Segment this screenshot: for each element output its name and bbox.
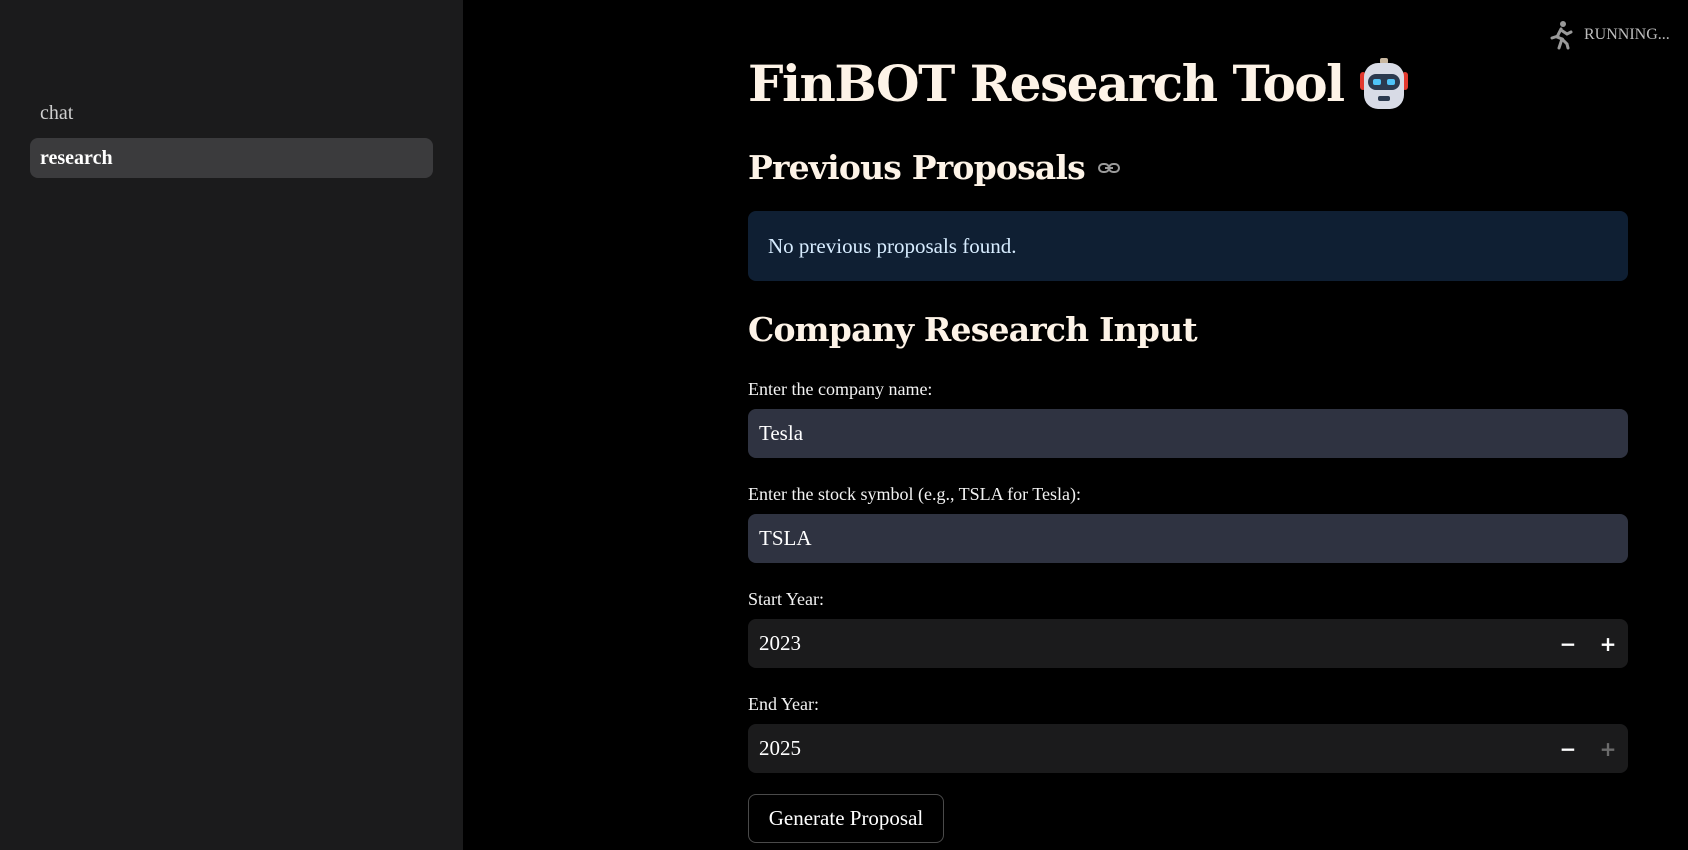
company-name-value: Tesla: [759, 421, 804, 445]
info-alert: No previous proposals found.: [748, 211, 1628, 281]
start-year-decrement-button[interactable]: −: [1548, 619, 1588, 668]
stock-symbol-label: Enter the stock symbol (e.g., TSLA for T…: [748, 484, 1082, 504]
generate-proposal-label: Generate Proposal: [768, 806, 924, 830]
page-title: FinBOT Research Tool: [748, 54, 1412, 113]
sidebar: chat research: [0, 0, 463, 850]
generate-proposal-button[interactable]: Generate Proposal: [748, 794, 944, 843]
running-status: RUNNING...: [1548, 20, 1688, 50]
robot-icon: [1359, 57, 1408, 109]
end-year-increment-button[interactable]: +: [1588, 724, 1628, 773]
sidebar-item-research[interactable]: research: [30, 138, 433, 178]
previous-proposals-heading: Previous Proposals: [748, 148, 1121, 187]
start-year-stepper: − +: [1548, 619, 1628, 668]
stock-symbol-value: TSLA: [759, 526, 812, 550]
end-year-decrement-button[interactable]: −: [1548, 724, 1588, 773]
end-year-value: 2025: [759, 736, 801, 760]
company-name-label: Enter the company name:: [748, 379, 933, 399]
end-year-label: End Year:: [748, 694, 819, 714]
link-icon[interactable]: [1097, 156, 1121, 180]
page-title-text: FinBOT Research Tool: [748, 54, 1345, 113]
start-year-increment-button[interactable]: +: [1588, 619, 1628, 668]
heading-text: Company Research Input: [748, 310, 1198, 349]
company-research-heading: Company Research Input: [748, 310, 1198, 349]
heading-text: Previous Proposals: [748, 148, 1086, 187]
start-year-input[interactable]: 2023 − +: [748, 619, 1628, 668]
stock-symbol-input[interactable]: TSLA: [748, 514, 1628, 563]
running-man-icon: [1550, 21, 1573, 50]
start-year-value: 2023: [759, 631, 801, 655]
end-year-stepper: − +: [1548, 724, 1628, 773]
end-year-input[interactable]: 2025 − +: [748, 724, 1628, 773]
company-name-input[interactable]: Tesla: [748, 409, 1628, 458]
start-year-label: Start Year:: [748, 589, 824, 609]
sidebar-item-label: research: [40, 146, 113, 169]
info-alert-text: No previous proposals found.: [768, 233, 1017, 258]
sidebar-item-chat[interactable]: chat: [30, 93, 433, 133]
running-status-label: RUNNING...: [1584, 26, 1670, 43]
sidebar-item-label: chat: [40, 101, 74, 124]
